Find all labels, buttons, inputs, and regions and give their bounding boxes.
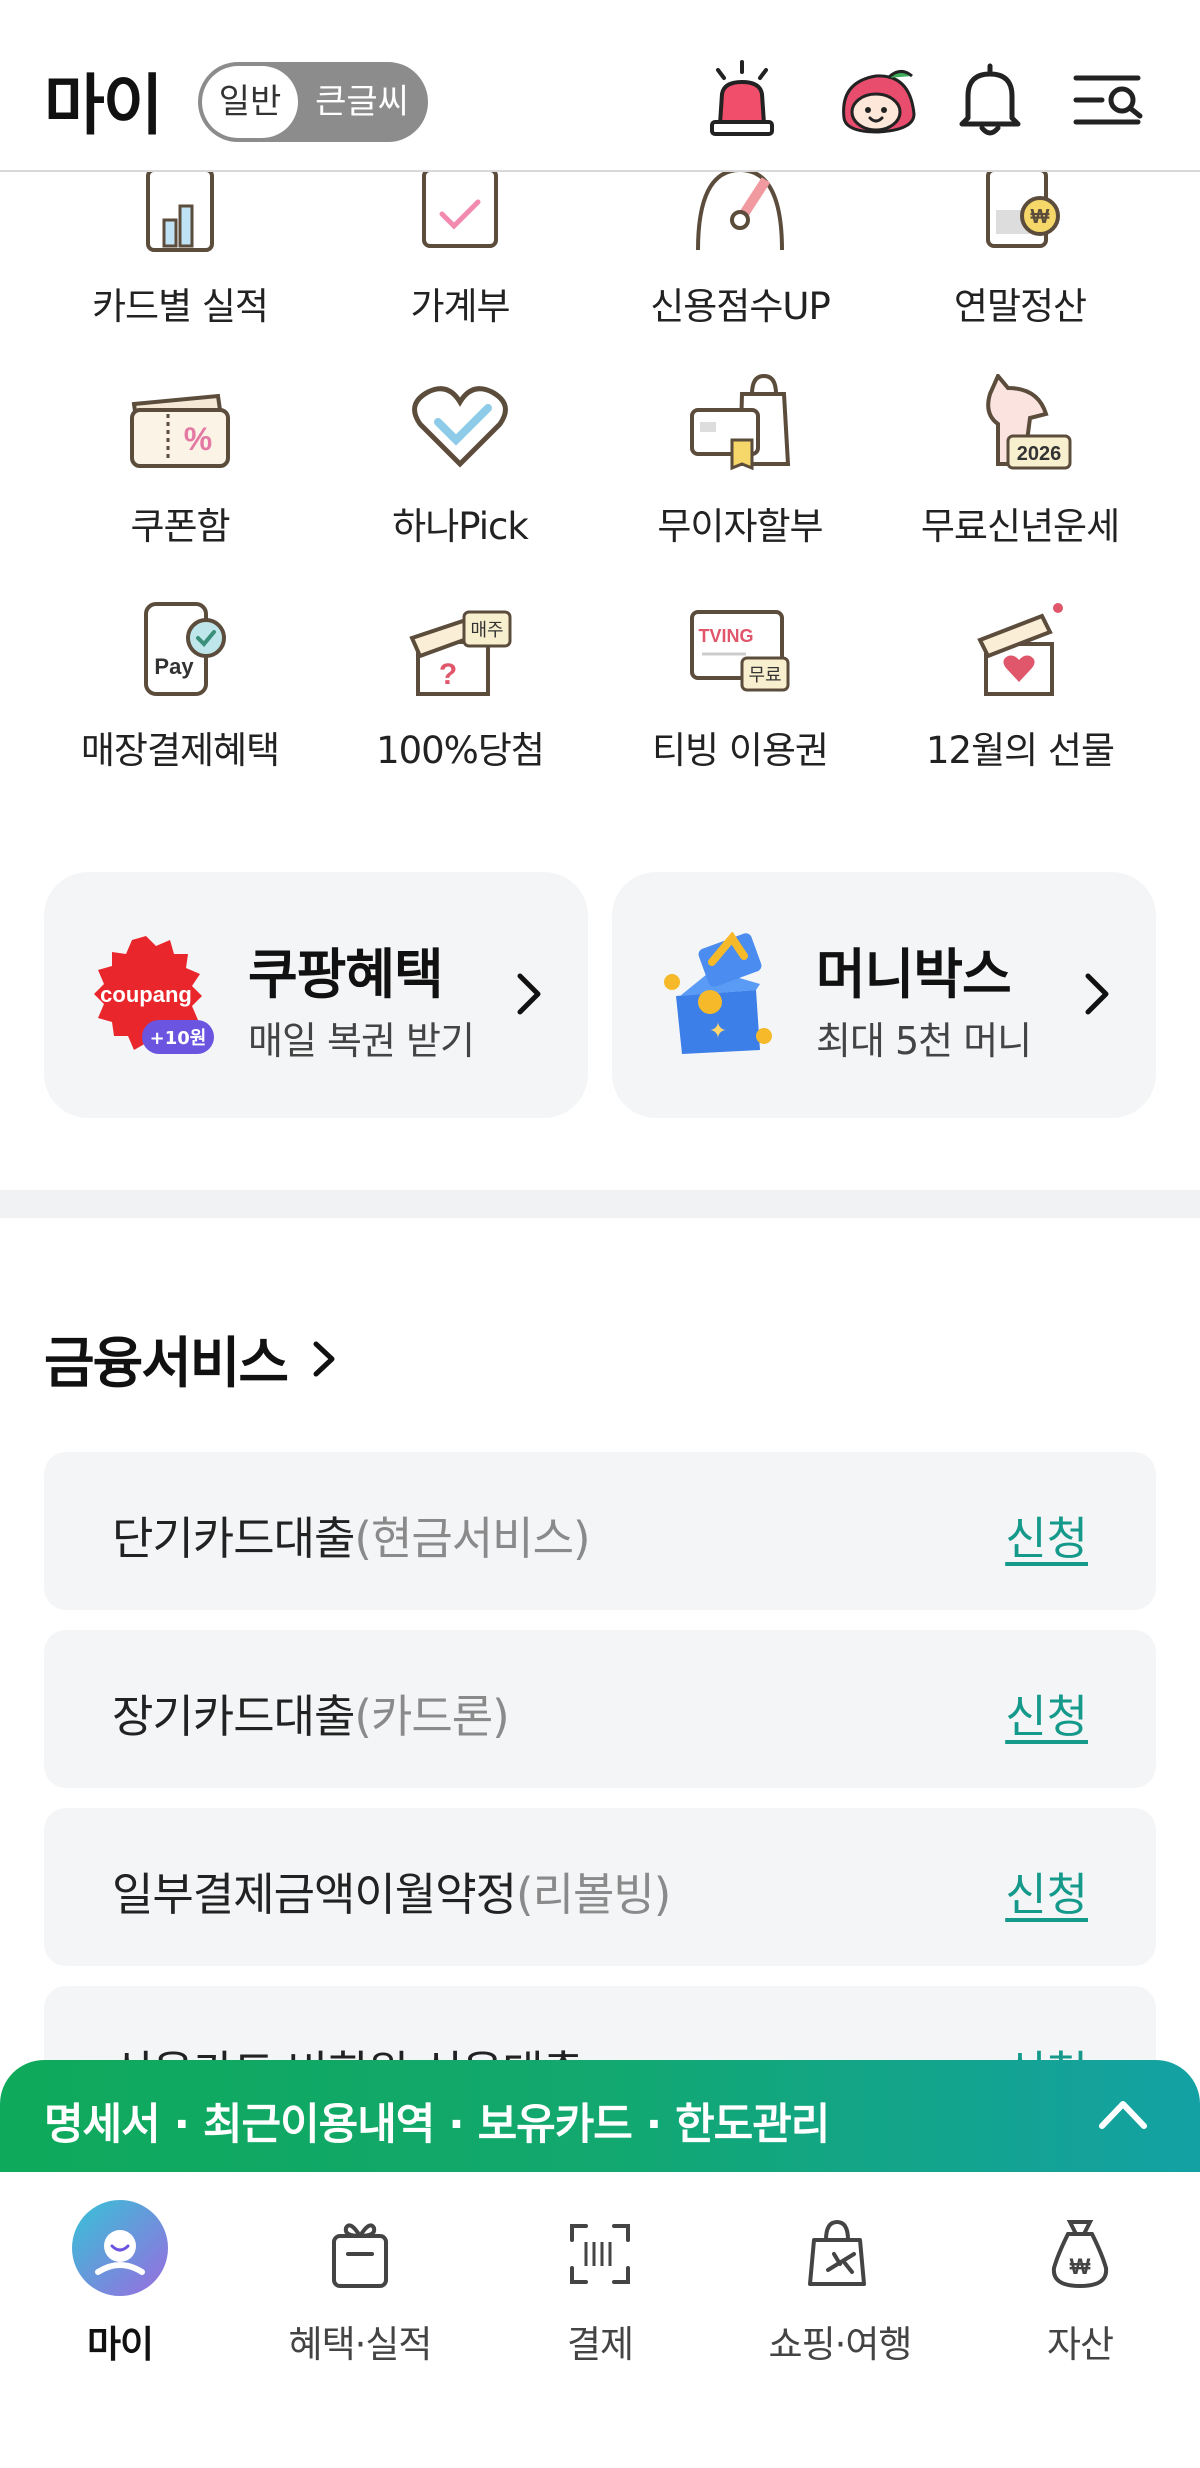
svg-text:✦: ✦ — [709, 1019, 727, 1044]
barcode-scan-icon — [570, 2224, 630, 2284]
finance-item-name: 장기카드대출(카드론) — [112, 1690, 510, 1743]
svg-text:TVING: TVING — [698, 626, 753, 646]
svg-text:₩: ₩ — [1031, 206, 1050, 228]
coupang-promo-card[interactable]: coupang +10원 쿠팡혜택 매일 복권 받기 — [44, 872, 588, 1118]
menu-label: 가계부 — [410, 285, 510, 328]
nav-item-payment[interactable]: 결제 — [480, 2204, 720, 2404]
money-box-icon: ✦ — [664, 932, 772, 1054]
document-won-icon: ₩ — [986, 170, 1060, 248]
menu-december-gift[interactable]: 12월의 선물 — [880, 598, 1160, 798]
svg-text:Pay: Pay — [154, 654, 194, 679]
top-header: 마이 일반 큰글씨 — [0, 0, 1200, 172]
menu-label: 12월의 선물 — [925, 729, 1115, 772]
nav-item-shopping-travel[interactable]: 쇼핑·여행 — [720, 2204, 960, 2404]
apply-link[interactable]: 신청 — [1005, 1858, 1088, 1923]
svg-text:?: ? — [439, 658, 457, 691]
svg-text:2026: 2026 — [1017, 443, 1062, 465]
chevron-right-icon[interactable] — [312, 1340, 336, 1378]
svg-text:coupang: coupang — [100, 982, 192, 1007]
gift-box-icon — [332, 2223, 388, 2288]
nav-label: 쇼핑·여행 — [768, 2323, 913, 2366]
menu-label: 카드별 실적 — [92, 285, 269, 328]
finance-item-short-term-loan[interactable]: 단기카드대출(현금서비스) 신청 — [44, 1452, 1156, 1610]
coupon-icon: % — [130, 393, 230, 468]
chevron-right-icon — [517, 973, 541, 1015]
bar-chart-card-icon — [146, 170, 214, 252]
bottom-navigation: 마이 혜택·실적 결제 쇼핑·여행 ₩ 자산 — [0, 2172, 1200, 2468]
promo-title: 머니박스 — [816, 943, 1012, 1006]
chevron-up-icon[interactable] — [1096, 2096, 1150, 2132]
finance-item-name: 단기카드대출(현금서비스) — [112, 1512, 591, 1565]
nav-item-benefits[interactable]: 혜택·실적 — [240, 2204, 480, 2404]
menu-label: 100%당첨 — [376, 729, 545, 772]
finance-item-long-term-loan[interactable]: 장기카드대출(카드론) 신청 — [44, 1630, 1156, 1788]
menu-label: 신용점수UP — [650, 285, 831, 328]
bell-icon[interactable] — [948, 58, 1032, 142]
section-divider — [0, 1190, 1200, 1218]
nav-label: 마이 — [86, 2323, 154, 2366]
svg-text:+10원: +10원 — [150, 1028, 207, 1049]
calendar-check-icon — [422, 170, 498, 248]
svg-text:%: % — [184, 421, 212, 457]
menu-tving-voucher[interactable]: TVING 무료 티빙 이용권 — [600, 598, 880, 798]
mode-normal-option[interactable]: 일반 — [202, 66, 298, 138]
menu-label: 매장결제혜택 — [80, 729, 280, 772]
promo-subtitle: 최대 5천 머니 — [816, 1019, 1032, 1063]
nav-label: 결제 — [566, 2323, 634, 2366]
horse-2026-icon: 2026 — [986, 374, 1072, 470]
finance-item-revolving[interactable]: 일부결제금액이월약정(리볼빙) 신청 — [44, 1808, 1156, 1966]
page-title: 마이 — [44, 67, 163, 144]
coupang-logo-icon: coupang +10원 — [94, 936, 214, 1054]
promo-title: 쿠팡혜택 — [248, 943, 444, 1006]
menu-label: 무료신년운세 — [920, 505, 1120, 548]
quick-menu-text[interactable]: 명세서 · 최근이용내역 · 보유카드 · 한도관리 — [44, 2090, 830, 2152]
shopping-travel-icon — [808, 2219, 866, 2286]
gift-heart-icon — [977, 603, 1063, 696]
menu-search-icon[interactable] — [1066, 58, 1150, 142]
chevron-right-icon — [1085, 973, 1109, 1015]
apply-link[interactable]: 신청 — [1005, 1680, 1088, 1745]
menu-hana-pick[interactable]: 하나Pick — [320, 374, 600, 574]
svg-text:매주: 매주 — [470, 620, 503, 641]
gauge-icon — [696, 170, 784, 251]
gift-question-icon: ? 매주 — [409, 610, 512, 696]
alert-siren-icon[interactable] — [700, 58, 784, 142]
shopping-bag-card-icon — [690, 374, 791, 471]
font-size-toggle[interactable]: 일반 큰글씨 — [198, 62, 428, 142]
character-avatar-icon[interactable] — [836, 58, 920, 142]
heart-pick-icon — [412, 386, 508, 468]
menu-label: 하나Pick — [392, 505, 529, 548]
menu-free-fortune[interactable]: 2026 무료신년운세 — [880, 374, 1160, 574]
tving-monitor-icon: TVING 무료 — [690, 610, 790, 692]
menu-store-payment[interactable]: Pay 매장결제혜택 — [40, 598, 320, 798]
menu-label: 쿠폰함 — [130, 505, 230, 548]
apply-link[interactable]: 신청 — [1005, 1502, 1088, 1567]
menu-coupon-box[interactable]: % 쿠폰함 — [40, 374, 320, 574]
menu-label: 티빙 이용권 — [652, 729, 829, 772]
nav-item-my[interactable]: 마이 — [0, 2200, 240, 2404]
finance-section-title[interactable]: 금융서비스 — [44, 1318, 289, 1398]
my-avatar-icon — [72, 2200, 168, 2296]
pay-phone-icon: Pay — [144, 602, 226, 696]
mode-large-option[interactable]: 큰글씨 — [302, 66, 422, 138]
menu-interest-free[interactable]: 무이자할부 — [600, 374, 880, 574]
money-bag-icon: ₩ — [1051, 2220, 1109, 2288]
svg-text:₩: ₩ — [1070, 2254, 1091, 2279]
moneybox-promo-card[interactable]: ✦ 머니박스 최대 5천 머니 — [612, 872, 1156, 1118]
menu-100-percent-win[interactable]: ? 매주 100%당첨 — [320, 598, 600, 798]
menu-label: 무이자할부 — [657, 505, 823, 548]
nav-item-assets[interactable]: ₩ 자산 — [960, 2204, 1200, 2404]
svg-text:무료: 무료 — [748, 665, 781, 686]
finance-item-name: 일부결제금액이월약정(리볼빙) — [112, 1868, 671, 1921]
nav-label: 자산 — [1046, 2323, 1114, 2366]
nav-label: 혜택·실적 — [288, 2323, 433, 2366]
menu-label: 연말정산 — [953, 285, 1087, 328]
promo-subtitle: 매일 복권 받기 — [248, 1019, 475, 1063]
quick-menu-bar[interactable]: 명세서 · 최근이용내역 · 보유카드 · 한도관리 — [0, 2060, 1200, 2172]
